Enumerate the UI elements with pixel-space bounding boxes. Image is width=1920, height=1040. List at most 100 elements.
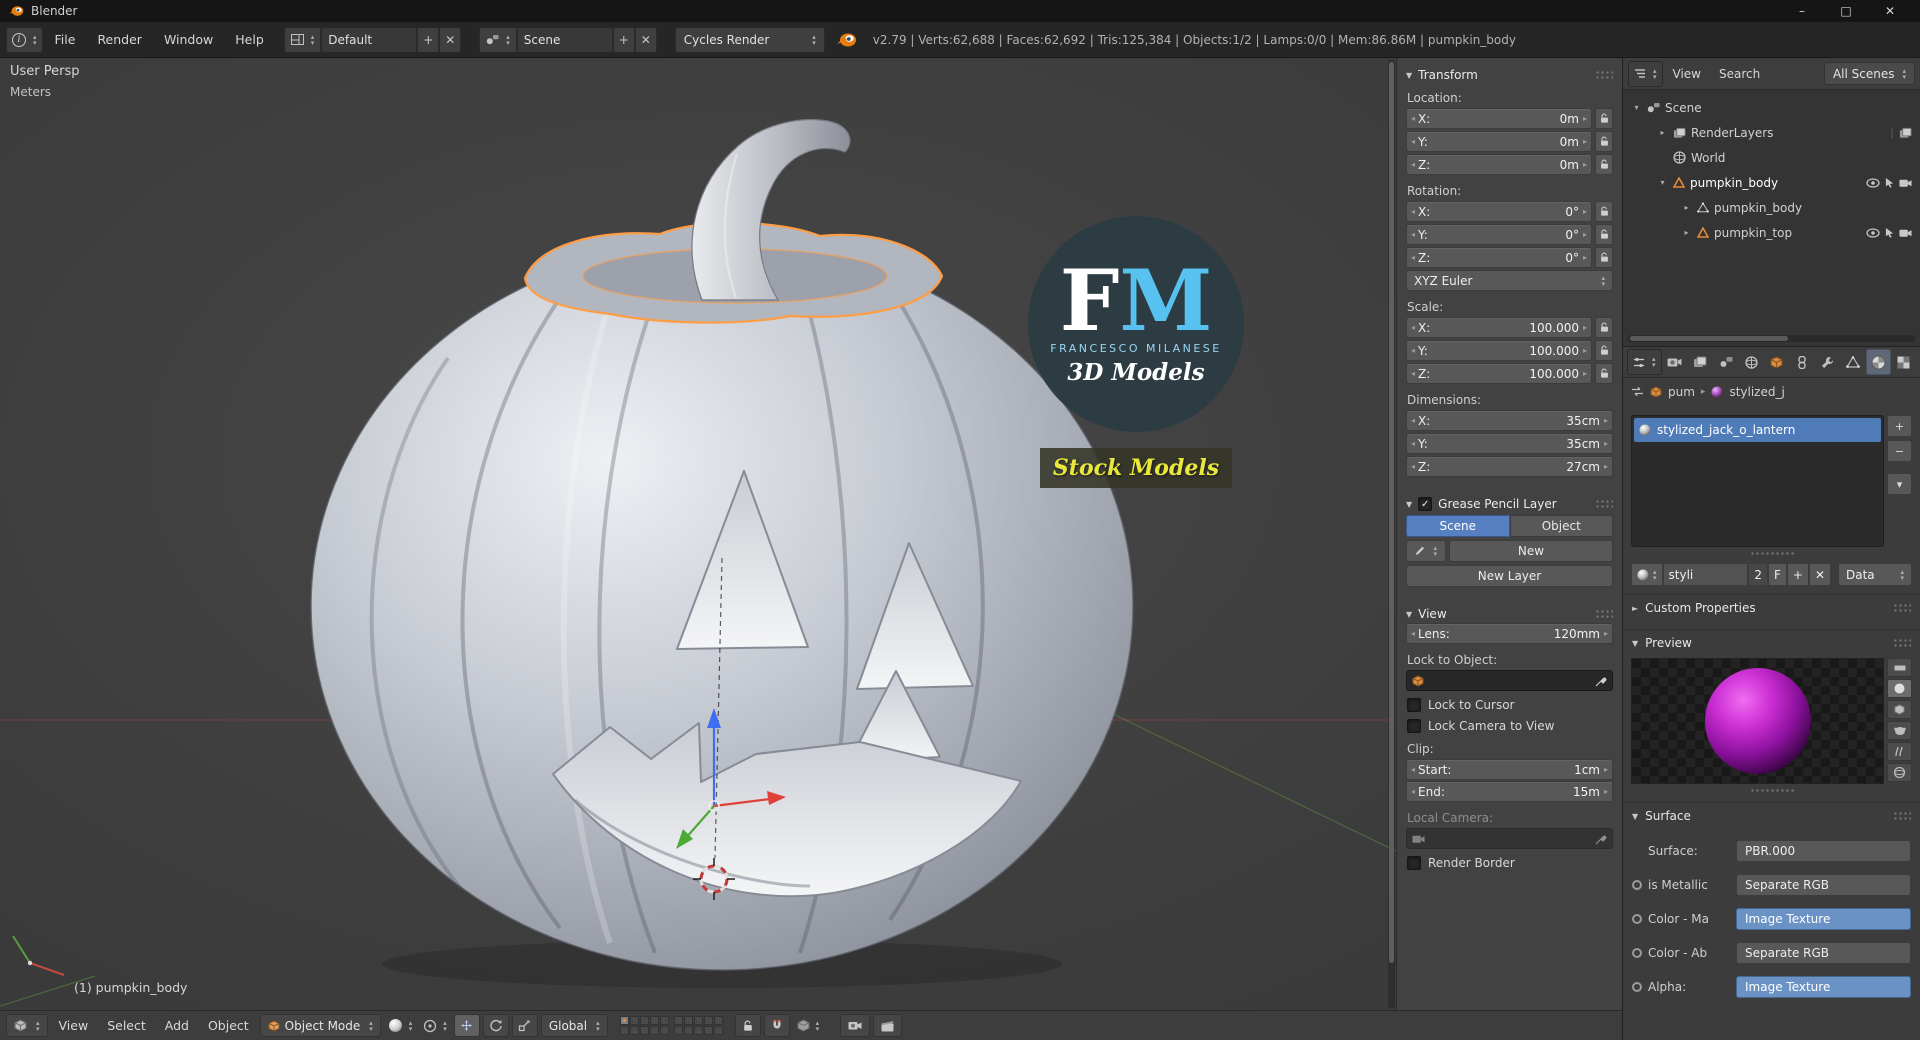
tree-item-pumpkin-body-mesh[interactable]: ▸ pumpkin_body — [1623, 195, 1920, 220]
increment-arrow-icon[interactable]: ▸ — [1604, 439, 1608, 448]
dimensions-x-field[interactable]: ◂ X: 35cm ▸ — [1406, 410, 1613, 431]
visibility-eye-icon[interactable] — [1866, 177, 1880, 188]
preview-header[interactable]: ▼ Preview — [1623, 629, 1920, 656]
increment-arrow-icon[interactable]: ▸ — [1583, 207, 1587, 216]
breadcrumb-object[interactable]: pum — [1668, 385, 1695, 399]
rotation-z-field[interactable]: ◂ Z: 0° ▸ — [1406, 247, 1592, 268]
tree-item-pumpkin-top[interactable]: ▸ pumpkin_top — [1623, 220, 1920, 245]
decrement-arrow-icon[interactable]: ◂ — [1411, 137, 1415, 146]
render-engine-select[interactable]: Cycles Render ▴ ▾ — [674, 26, 825, 53]
decrement-arrow-icon[interactable]: ◂ — [1411, 629, 1415, 638]
tab-render[interactable] — [1663, 349, 1687, 375]
increment-arrow-icon[interactable]: ▸ — [1583, 160, 1587, 169]
decrement-arrow-icon[interactable]: ◂ — [1411, 253, 1415, 262]
decrement-arrow-icon[interactable]: ◂ — [1411, 160, 1415, 169]
preview-resize-grip[interactable] — [1749, 788, 1794, 794]
scene-delete-button[interactable]: ✕ — [634, 26, 657, 53]
increment-arrow-icon[interactable]: ▸ — [1604, 765, 1608, 774]
editor-type-button[interactable]: ▴ ▾ — [1627, 349, 1662, 375]
eyedropper-icon[interactable] — [1595, 675, 1607, 687]
lens-field[interactable]: ◂ Lens: 120mm ▸ — [1406, 623, 1613, 644]
scene-browse-button[interactable]: ▴ ▾ — [479, 26, 517, 53]
snap-toggle[interactable] — [763, 1014, 790, 1037]
increment-arrow-icon[interactable]: ▸ — [1583, 369, 1587, 378]
menu-file[interactable]: File — [45, 32, 86, 47]
decrement-arrow-icon[interactable]: ◂ — [1411, 416, 1415, 425]
layer-toggle[interactable] — [693, 1026, 703, 1035]
menu-help[interactable]: Help — [225, 32, 274, 47]
tab-modifiers[interactable] — [1815, 349, 1839, 375]
tab-scene[interactable]: Scene — [1406, 515, 1510, 537]
editor-type-button[interactable]: ▴ ▾ — [6, 1014, 48, 1037]
editor-type-button[interactable]: i ▴ ▾ — [6, 26, 43, 53]
view-panel-header[interactable]: ▼ View — [1406, 607, 1613, 621]
mode-select[interactable]: Object Mode ▴ ▾ — [259, 1014, 381, 1037]
lock-to-object-field[interactable] — [1406, 670, 1613, 691]
layer-toggle[interactable] — [659, 1016, 669, 1025]
increment-arrow-icon[interactable]: ▸ — [1583, 323, 1587, 332]
render-border-row[interactable]: Render Border — [1407, 856, 1612, 870]
outliner-menu-search[interactable]: Search — [1711, 67, 1768, 81]
remove-slot-button[interactable]: − — [1887, 440, 1912, 462]
lock-button[interactable] — [1595, 108, 1613, 129]
layer-toggle[interactable] — [639, 1026, 649, 1035]
panel-grip[interactable] — [1595, 609, 1613, 619]
preview-cube-button[interactable] — [1887, 700, 1912, 719]
unlink-material-button[interactable]: ✕ — [1808, 563, 1831, 586]
increment-arrow-icon[interactable]: ▸ — [1604, 787, 1608, 796]
renderability-camera-icon[interactable] — [1899, 178, 1912, 188]
lock-button[interactable] — [1595, 317, 1613, 338]
menu-render[interactable]: Render — [87, 32, 152, 47]
color-ab-input-select[interactable]: Separate RGB — [1736, 942, 1911, 964]
material-slot-item[interactable]: stylized_jack_o_lantern — [1634, 418, 1881, 442]
lock-button[interactable] — [1595, 363, 1613, 384]
layer-toggle[interactable] — [703, 1026, 713, 1035]
screen-layout-name[interactable]: Default — [321, 26, 418, 53]
lock-button[interactable] — [1595, 131, 1613, 152]
lock-to-cursor-checkbox[interactable] — [1407, 698, 1421, 712]
lock-button[interactable] — [1595, 340, 1613, 361]
alpha-input-select[interactable]: Image Texture — [1736, 976, 1911, 998]
lock-button[interactable] — [1595, 247, 1613, 268]
panel-grip[interactable] — [1893, 811, 1911, 821]
lock-to-cursor-row[interactable]: Lock to Cursor — [1407, 698, 1612, 712]
panel-grip[interactable] — [1595, 499, 1613, 509]
screen-layout-add-button[interactable]: + — [417, 26, 440, 53]
decrement-arrow-icon[interactable]: ◂ — [1411, 346, 1415, 355]
location-z-field[interactable]: ◂ Z: 0m ▸ — [1406, 154, 1592, 175]
lock-camera-checkbox[interactable] — [1407, 719, 1421, 733]
increment-arrow-icon[interactable]: ▸ — [1583, 253, 1587, 262]
pivot-point-select[interactable]: ▴ ▾ — [419, 1014, 451, 1037]
expander-icon[interactable]: ▸ — [1657, 128, 1668, 137]
expander-icon[interactable]: ▸ — [1681, 203, 1692, 212]
layer-toggle[interactable] — [693, 1016, 703, 1025]
rotation-mode-select[interactable]: XYZ Euler ▴ ▾ — [1406, 270, 1613, 291]
layer-toggle[interactable] — [683, 1016, 693, 1025]
outliner-menu-view[interactable]: View — [1665, 67, 1709, 81]
lock-camera-row[interactable]: Lock Camera to View — [1407, 719, 1612, 733]
local-camera-field[interactable] — [1406, 828, 1613, 849]
decrement-arrow-icon[interactable]: ◂ — [1411, 230, 1415, 239]
new-layer-button[interactable]: New Layer — [1406, 565, 1613, 587]
visibility-eye-icon[interactable] — [1866, 227, 1880, 238]
layer-toggle[interactable] — [649, 1016, 659, 1025]
lock-button[interactable] — [1595, 154, 1613, 175]
layer-toggle[interactable] — [619, 1016, 629, 1025]
lock-button[interactable] — [1595, 201, 1613, 222]
preview-flat-button[interactable] — [1887, 658, 1912, 677]
tree-item-renderlayers[interactable]: ▸ RenderLayers | — [1623, 120, 1920, 145]
panel-grip[interactable] — [1893, 603, 1911, 613]
maximize-button[interactable]: □ — [1824, 0, 1868, 22]
decrement-arrow-icon[interactable]: ◂ — [1411, 207, 1415, 216]
surface-shader-select[interactable]: PBR.000 — [1736, 840, 1911, 862]
screen-layout-delete-button[interactable]: ✕ — [439, 26, 462, 53]
is-metallic-input-select[interactable]: Separate RGB — [1736, 874, 1911, 896]
rotation-x-field[interactable]: ◂ X: 0° ▸ — [1406, 201, 1592, 222]
grease-pencil-new-button[interactable]: New — [1449, 540, 1613, 562]
layer-toggle[interactable] — [639, 1016, 649, 1025]
surface-header[interactable]: ▼ Surface — [1623, 802, 1920, 829]
scene-lock-toggle[interactable] — [734, 1014, 761, 1037]
material-name-field[interactable]: styli — [1662, 563, 1749, 586]
menu-object[interactable]: Object — [200, 1018, 257, 1033]
increment-arrow-icon[interactable]: ▸ — [1583, 230, 1587, 239]
